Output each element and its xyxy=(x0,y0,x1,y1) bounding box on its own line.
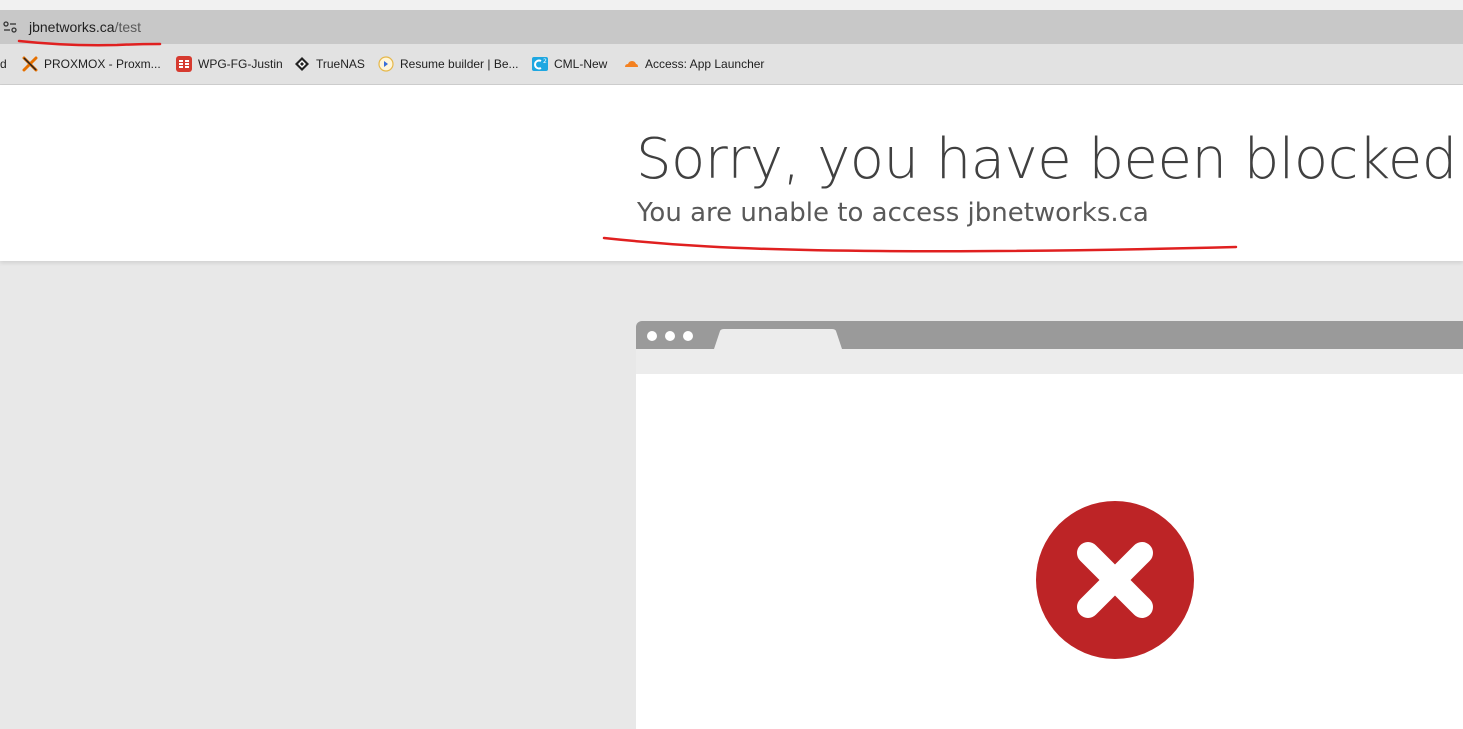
bookmark-label: CML-New xyxy=(554,57,608,71)
page-title: Sorry, you have been blocked xyxy=(636,127,1457,192)
tab-strip xyxy=(0,0,1463,10)
cloudflare-icon xyxy=(623,56,639,72)
illustration-dot xyxy=(665,331,675,341)
bookmark-label: TrueNAS xyxy=(316,57,365,71)
bookmark-label: Access: App Launcher xyxy=(645,57,765,71)
bookmark-label: PROXMOX - Proxm... xyxy=(44,57,161,71)
illustration-dot xyxy=(647,331,657,341)
bookmark-label: Resume builder | Be... xyxy=(400,57,519,71)
bookmark-wpg-fg-justin[interactable]: WPG-FG-Justin xyxy=(176,52,283,76)
url-text[interactable]: jbnetworks.ca/test xyxy=(29,18,141,36)
bookmark-resume-builder[interactable]: Resume builder | Be... xyxy=(378,52,519,76)
bookmark-label: WPG-FG-Justin xyxy=(198,57,283,71)
blocked-x-icon xyxy=(1036,501,1194,659)
bookmark-label: d xyxy=(0,57,7,71)
illustration-dot xyxy=(683,331,693,341)
subtitle-annotation-underline xyxy=(602,236,1238,253)
illustration-tab xyxy=(714,329,842,349)
resume-builder-icon xyxy=(378,56,394,72)
truenas-icon xyxy=(294,56,310,72)
bookmark-access-app-launcher[interactable]: Access: App Launcher xyxy=(623,52,764,76)
bookmark-truenas[interactable]: TrueNAS xyxy=(294,52,365,76)
illustration-toolbar xyxy=(636,349,1463,374)
url-path: /test xyxy=(114,19,142,35)
url-annotation-underline xyxy=(17,39,162,47)
page-subtitle: You are unable to access jbnetworks.ca xyxy=(637,198,1149,228)
svg-text:2: 2 xyxy=(543,58,547,65)
url-host: jbnetworks.ca xyxy=(29,19,115,35)
bookmarks-bar: d PROXMOX - Proxm... WPG-FG-Justin TrueN… xyxy=(0,52,1463,76)
bookmark-item[interactable]: d xyxy=(0,52,7,76)
cml-icon: 2 xyxy=(532,56,548,72)
address-bar[interactable] xyxy=(0,10,1463,44)
browser-chrome: jbnetworks.ca/test d PROXMOX - Proxm... xyxy=(0,0,1463,85)
site-info-icon[interactable] xyxy=(0,15,20,39)
fortigate-icon xyxy=(176,56,192,72)
bookmark-proxmox[interactable]: PROXMOX - Proxm... xyxy=(22,52,161,76)
proxmox-icon xyxy=(22,56,38,72)
bookmark-cml-new[interactable]: 2 CML-New xyxy=(532,52,607,76)
